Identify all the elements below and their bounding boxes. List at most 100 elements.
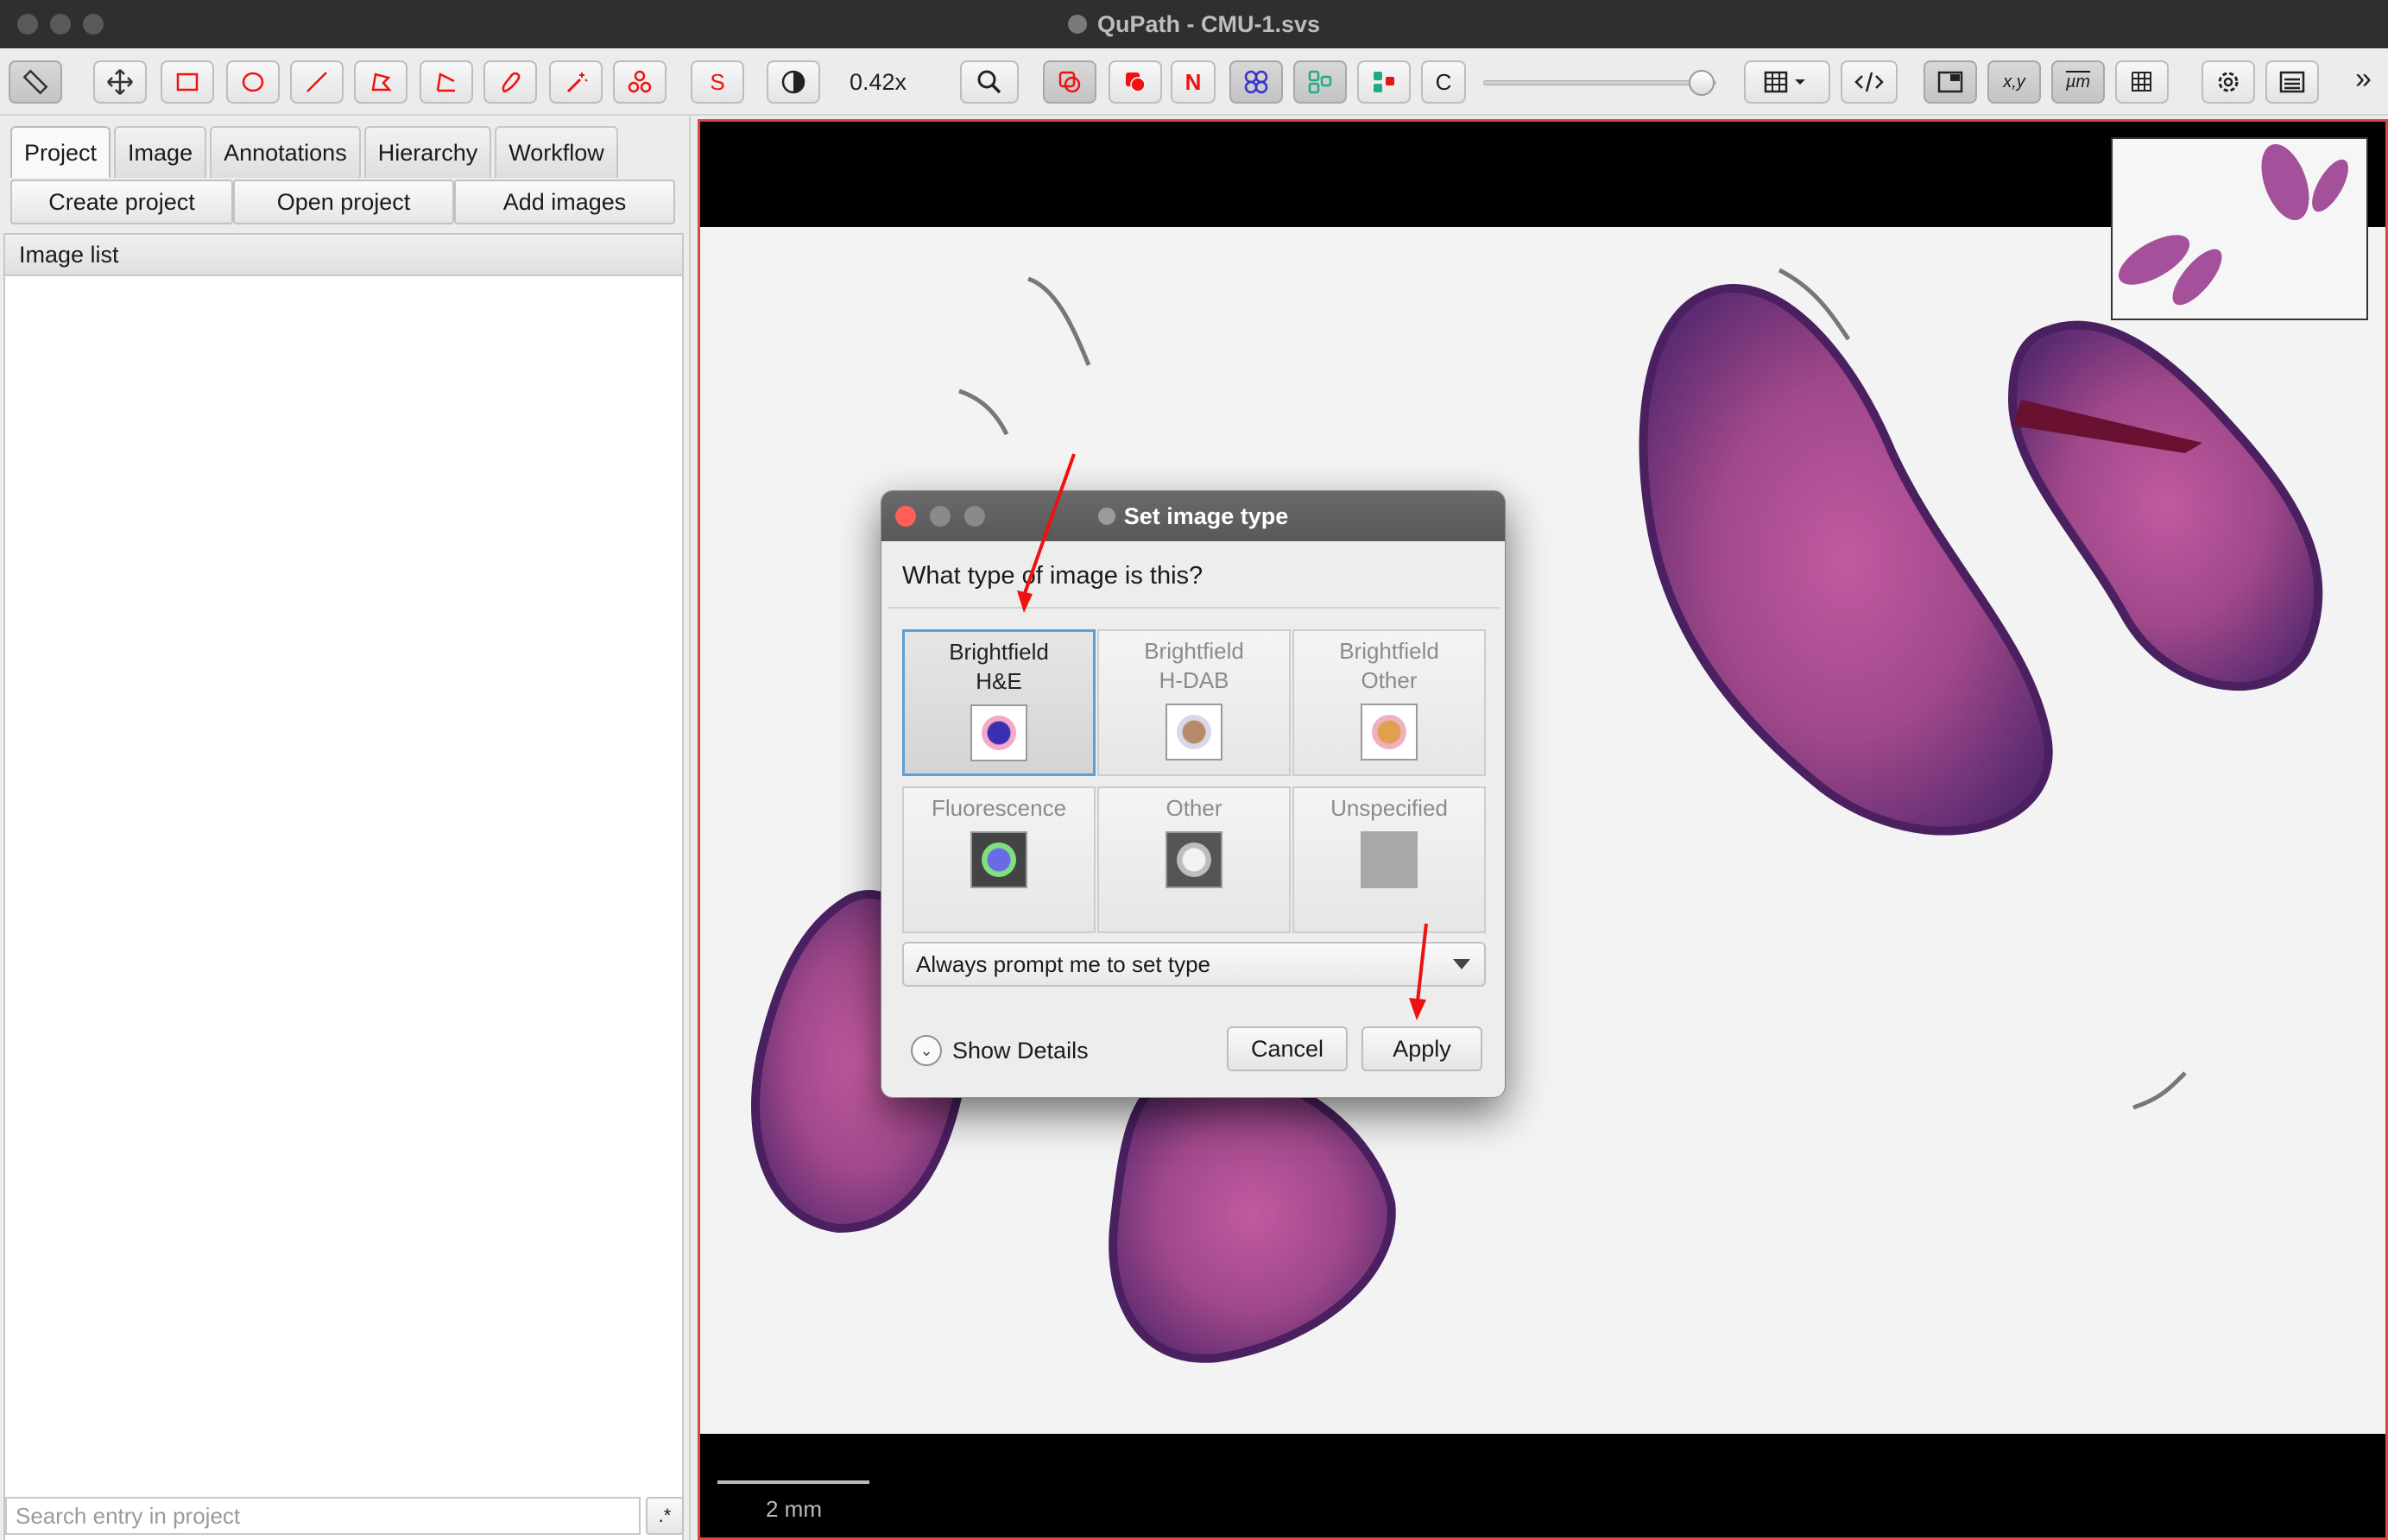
- opacity-slider-track[interactable]: [1483, 80, 1716, 85]
- fill-annotations-button[interactable]: [1109, 60, 1162, 104]
- brightness-contrast-button[interactable]: [767, 60, 820, 104]
- tab-workflow[interactable]: Workflow: [495, 126, 618, 178]
- rectangle-tool-button[interactable]: [161, 60, 214, 104]
- show-names-label: N: [1185, 68, 1202, 95]
- add-images-button[interactable]: Add images: [454, 180, 675, 224]
- zoom-window-button[interactable]: [83, 14, 104, 35]
- toolbar-overflow-button[interactable]: »: [2355, 62, 2372, 96]
- tab-project[interactable]: Project: [10, 126, 111, 178]
- measurement-tables-button[interactable]: [1744, 60, 1830, 104]
- tma-grid-icon: [1244, 70, 1268, 94]
- contrast-icon: [781, 70, 805, 94]
- show-pixel-classification-button[interactable]: C: [1421, 60, 1466, 104]
- annotations-icon: [1058, 71, 1081, 93]
- hdab-stain-icon: [1166, 704, 1222, 761]
- analysis-tabs: Project Image Annotations Hierarchy Work…: [10, 126, 618, 180]
- create-project-button[interactable]: Create project: [10, 180, 233, 224]
- show-location-button[interactable]: x,y: [1987, 60, 2041, 104]
- type-option-fluorescence[interactable]: Fluorescence: [902, 786, 1096, 933]
- polyline-icon: [436, 73, 455, 92]
- show-details-label: Show Details: [952, 1037, 1089, 1063]
- location-label: x,y: [2003, 72, 2025, 92]
- overview-icon: [1937, 71, 1963, 93]
- opacity-slider-knob[interactable]: [1689, 70, 1715, 96]
- line-tool-button[interactable]: [290, 60, 344, 104]
- dialog-minimize-button[interactable]: [930, 506, 951, 527]
- type-label-line1: Fluorescence: [931, 795, 1067, 821]
- move-tool-button[interactable]: [93, 60, 147, 104]
- show-tma-grid-button[interactable]: [1229, 60, 1283, 104]
- type-label-line1: Brightfield: [949, 639, 1049, 665]
- overview-thumbnail[interactable]: [2111, 137, 2368, 320]
- regex-toggle-button[interactable]: .*: [646, 1497, 684, 1535]
- show-grid-button[interactable]: [2115, 60, 2169, 104]
- type-label-line2: Other: [1361, 667, 1418, 693]
- type-label-line1: Brightfield: [1339, 638, 1439, 664]
- type-option-other[interactable]: Other: [1097, 786, 1291, 933]
- qupath-window: QuPath - CMU-1.svs S 0.42x N C x,y µm » …: [0, 0, 2388, 1540]
- points-icon: [628, 70, 652, 93]
- scalebar-label: µm: [2065, 72, 2091, 92]
- tab-hierarchy[interactable]: Hierarchy: [363, 126, 492, 178]
- brush-tool-button[interactable]: [483, 60, 537, 104]
- brush-icon: [502, 72, 521, 93]
- script-editor-button[interactable]: [1841, 60, 1898, 104]
- gear-icon: [2218, 72, 2239, 92]
- fill-detections-icon: [1374, 72, 1394, 92]
- show-details-toggle[interactable]: ⌄ Show Details: [911, 1035, 1089, 1066]
- rectangle-icon: [176, 73, 199, 92]
- show-log-button[interactable]: [2265, 60, 2319, 104]
- analysis-panel: Project Image Annotations Hierarchy Work…: [0, 116, 691, 1540]
- dialog-zoom-button[interactable]: [964, 506, 985, 527]
- ellipse-icon: [242, 72, 264, 92]
- preferences-button[interactable]: [2202, 60, 2255, 104]
- type-label-line1: Unspecified: [1330, 795, 1448, 821]
- ellipse-tool-button[interactable]: [226, 60, 280, 104]
- line-icon: [306, 72, 327, 92]
- scalebar: [717, 1480, 869, 1484]
- window-title-text: QuPath - CMU-1.svs: [1096, 10, 1321, 37]
- points-tool-button[interactable]: [613, 60, 666, 104]
- fill-detections-button[interactable]: [1357, 60, 1411, 104]
- polyline-tool-button[interactable]: [420, 60, 473, 104]
- show-overview-button[interactable]: [1924, 60, 1977, 104]
- type-option-unspecified[interactable]: Unspecified: [1292, 786, 1486, 933]
- wand-tool-button[interactable]: [549, 60, 603, 104]
- minimize-window-button[interactable]: [50, 14, 71, 35]
- measure-tool-button[interactable]: [9, 60, 62, 104]
- type-option-brightfield-he[interactable]: Brightfield H&E: [902, 629, 1096, 776]
- project-search-input[interactable]: Search entry in project: [5, 1497, 641, 1535]
- type-label-line1: Other: [1166, 795, 1222, 821]
- cancel-button[interactable]: Cancel: [1227, 1026, 1348, 1071]
- show-names-button[interactable]: N: [1171, 60, 1216, 104]
- unspecified-icon: [1361, 831, 1418, 888]
- show-detections-button[interactable]: [1293, 60, 1347, 104]
- tab-image[interactable]: Image: [114, 126, 207, 178]
- ruler-icon: [22, 69, 48, 95]
- apply-button[interactable]: Apply: [1361, 1026, 1482, 1071]
- polygon-icon: [371, 73, 392, 92]
- show-annotations-button[interactable]: [1043, 60, 1096, 104]
- zoom-to-fit-button[interactable]: [960, 60, 1019, 104]
- dialog-close-button[interactable]: [895, 506, 916, 527]
- image-list-header[interactable]: Image list: [3, 233, 684, 276]
- selection-mode-button[interactable]: S: [691, 60, 744, 104]
- chevron-down-icon: [1453, 959, 1470, 969]
- prompt-setting-dropdown[interactable]: Always prompt me to set type: [902, 942, 1486, 987]
- grid-icon: [2132, 72, 2151, 92]
- chevron-down-icon: ⌄: [911, 1035, 942, 1066]
- table-dropdown-icon: [1764, 71, 1805, 93]
- type-option-brightfield-hdab[interactable]: Brightfield H-DAB: [1097, 629, 1291, 776]
- show-scalebar-button[interactable]: µm: [2051, 60, 2105, 104]
- tab-annotations[interactable]: Annotations: [210, 126, 361, 178]
- polygon-tool-button[interactable]: [354, 60, 407, 104]
- open-project-button[interactable]: Open project: [233, 180, 454, 224]
- toolbar: S 0.42x N C x,y µm »: [0, 48, 2388, 116]
- divider: [888, 607, 1500, 609]
- close-window-button[interactable]: [17, 14, 38, 35]
- detections-icon: [1308, 70, 1332, 94]
- log-icon: [2279, 71, 2305, 93]
- he-stain-icon: [970, 704, 1027, 761]
- image-list[interactable]: [3, 276, 684, 1540]
- type-option-brightfield-other[interactable]: Brightfield Other: [1292, 629, 1486, 776]
